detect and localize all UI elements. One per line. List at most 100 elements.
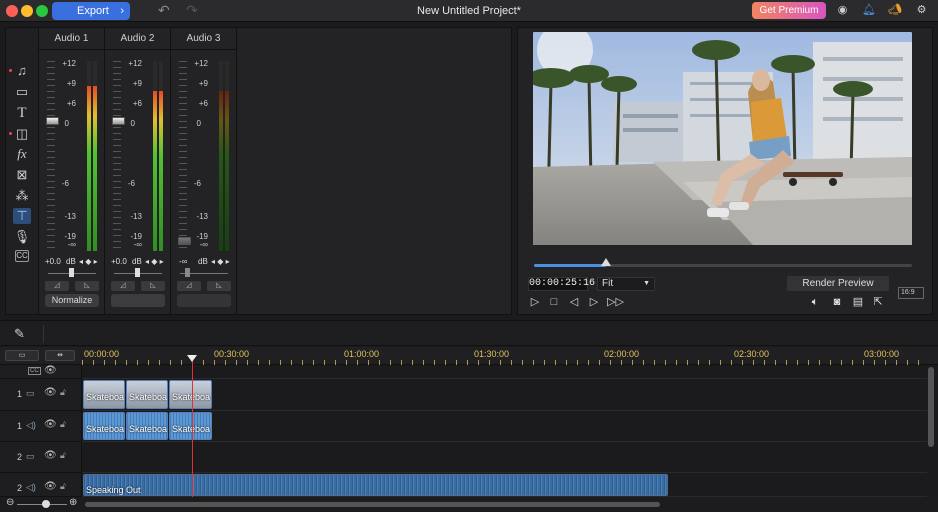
captions-cc-icon[interactable]: CC bbox=[15, 250, 29, 262]
audio-track-1[interactable]: Skateboa Skateboa Skateboa bbox=[82, 411, 927, 442]
captions-track[interactable] bbox=[82, 365, 927, 379]
preview-video-frame[interactable] bbox=[533, 32, 912, 245]
fade-out-icon[interactable]: ◺ bbox=[207, 281, 231, 291]
text-title-icon[interactable]: T bbox=[13, 105, 31, 121]
volume-icon[interactable]: 🔈︎ bbox=[808, 295, 822, 309]
scrubber-handle[interactable] bbox=[600, 258, 611, 266]
pan-knob[interactable] bbox=[185, 268, 190, 277]
horizontal-scrollbar[interactable] bbox=[85, 502, 660, 507]
audio-clip[interactable]: Skateboa bbox=[83, 412, 125, 440]
settings-gear-icon[interactable]: ⚙ bbox=[915, 4, 928, 17]
zoom-fit-select[interactable]: Fit ▼ bbox=[597, 277, 655, 291]
preview-scrubber[interactable] bbox=[534, 264, 912, 267]
video-clip-icon[interactable]: ▭ bbox=[13, 84, 31, 100]
channel-button[interactable] bbox=[177, 294, 231, 307]
fade-out-icon[interactable]: ◺ bbox=[75, 281, 99, 291]
scale-label: +12 bbox=[62, 59, 76, 68]
channel-button[interactable] bbox=[111, 294, 165, 307]
aspect-ratio-select[interactable]: 16:9 bbox=[898, 287, 924, 299]
timecode-display[interactable]: 00:00:25:16 bbox=[528, 277, 595, 291]
video-track-1-header: 1 ▭ 👁︎ 🔓︎ bbox=[0, 379, 82, 411]
volume-fader[interactable] bbox=[178, 237, 191, 245]
volume-unit: dB bbox=[198, 257, 208, 266]
volume-fader[interactable] bbox=[112, 117, 125, 125]
preview-panel: 00:00:25:16 Fit ▼ Render Preview 16:9 ▷ … bbox=[517, 27, 933, 315]
eye-icon[interactable]: 👁︎ bbox=[44, 387, 57, 398]
scale-label: -6 bbox=[61, 179, 69, 188]
scale-label: -∞ bbox=[67, 240, 76, 249]
timeline-toolbar: ✎ bbox=[0, 320, 938, 346]
normalize-button[interactable]: Normalize bbox=[45, 294, 99, 307]
get-premium-button[interactable]: Get Premium bbox=[752, 2, 826, 19]
video-clip[interactable]: Skateboa bbox=[126, 380, 168, 409]
scale-label: 0 bbox=[196, 119, 201, 128]
lock-icon[interactable]: 🔓︎ bbox=[60, 387, 66, 398]
subtitle-icon[interactable]: ▤ bbox=[851, 295, 865, 309]
transition-icon[interactable]: ◫ bbox=[13, 126, 31, 142]
video-track-2-header: 2 ▭ 👁︎ 🔓︎ bbox=[0, 442, 82, 473]
volume-value: -∞ bbox=[179, 257, 188, 266]
effects-fx-icon[interactable]: fx bbox=[13, 146, 31, 162]
ruler-label: 03:00:00 bbox=[864, 349, 900, 359]
lock-icon[interactable]: 🔓︎ bbox=[60, 450, 66, 461]
pan-knob[interactable] bbox=[135, 268, 140, 277]
scale-label: +12 bbox=[194, 59, 208, 68]
fade-in-icon[interactable]: ◿ bbox=[111, 281, 135, 291]
particle-icon[interactable]: ⁂ bbox=[13, 188, 31, 204]
eye-icon[interactable]: 👁︎ bbox=[44, 450, 57, 461]
track-manager-icon[interactable]: ▭ bbox=[5, 350, 39, 361]
playhead-line[interactable] bbox=[192, 357, 193, 512]
keyframe-icons[interactable]: ◂ ◆ ▸ bbox=[145, 257, 164, 266]
eye-icon[interactable]: 👁︎ bbox=[44, 365, 57, 376]
pen-edit-icon[interactable]: ✎ bbox=[14, 326, 25, 342]
video-track-1[interactable]: Skateboa Skateboa Skateboa bbox=[82, 379, 927, 411]
playhead-handle[interactable] bbox=[187, 355, 197, 362]
video-clip[interactable]: Skateboa bbox=[169, 380, 212, 409]
zoom-out-icon[interactable]: ⊖ bbox=[6, 497, 14, 508]
fade-out-icon[interactable]: ◺ bbox=[141, 281, 165, 291]
lock-icon[interactable]: 🔓︎ bbox=[60, 419, 66, 430]
filter-icon[interactable]: ⊠ bbox=[13, 167, 31, 183]
zoom-in-icon[interactable]: ⊕ bbox=[69, 497, 77, 508]
captions-cc-icon[interactable]: CC bbox=[28, 367, 41, 375]
video-track-2[interactable] bbox=[82, 442, 927, 473]
play-icon[interactable]: ▷ bbox=[528, 295, 542, 309]
ruler-label: 02:00:00 bbox=[604, 349, 640, 359]
fade-in-icon[interactable]: ◿ bbox=[45, 281, 69, 291]
prev-frame-icon[interactable]: ◁ bbox=[567, 295, 581, 309]
fade-in-icon[interactable]: ◿ bbox=[177, 281, 201, 291]
audio-clip[interactable]: Skateboa bbox=[126, 412, 168, 440]
vertical-scrollbar[interactable] bbox=[928, 367, 934, 447]
stop-icon[interactable]: □ bbox=[547, 295, 561, 309]
keyframe-icons[interactable]: ◂ ◆ ▸ bbox=[79, 257, 98, 266]
pan-knob[interactable] bbox=[69, 268, 74, 277]
next-frame-icon[interactable]: ▷ bbox=[587, 295, 601, 309]
ruler-label: 00:00:00 bbox=[84, 349, 120, 359]
media-music-icon[interactable]: ♫ bbox=[13, 63, 31, 79]
audio-mixer-icon[interactable]: ⊤ bbox=[13, 208, 31, 224]
render-preview-button[interactable]: Render Preview bbox=[787, 276, 889, 291]
lock-icon[interactable]: 🔓︎ bbox=[60, 481, 66, 492]
scale-label: -6 bbox=[193, 179, 201, 188]
notification-bell-icon[interactable]: 🔔︎ bbox=[862, 4, 876, 17]
account-icon[interactable]: ◉ bbox=[836, 4, 849, 17]
audio-clip[interactable]: Skateboa bbox=[169, 412, 212, 440]
audio-track-2[interactable]: Speaking Out bbox=[82, 473, 927, 497]
volume-fader[interactable] bbox=[46, 117, 59, 125]
fit-timeline-icon[interactable]: ⇹ bbox=[45, 350, 75, 361]
video-clip[interactable]: Skateboa bbox=[83, 380, 125, 409]
ruler-label: 01:30:00 bbox=[474, 349, 510, 359]
microphone-icon[interactable]: 🎙︎ bbox=[13, 229, 31, 245]
eye-icon[interactable]: 👁︎ bbox=[44, 419, 57, 430]
keyframe-icons[interactable]: ◂ ◆ ▸ bbox=[211, 257, 230, 266]
scale-label: +9 bbox=[66, 79, 76, 88]
megaphone-icon[interactable]: 📣︎ bbox=[888, 4, 902, 17]
fast-forward-icon[interactable]: ▷▷ bbox=[607, 295, 624, 309]
time-ruler[interactable]: 00:00:00 00:30:00 01:00:00 01:30:00 02:0… bbox=[82, 347, 927, 365]
eye-icon[interactable]: 👁︎ bbox=[44, 481, 57, 492]
snapshot-camera-icon[interactable]: ◙ bbox=[830, 295, 844, 309]
zoom-slider-knob[interactable] bbox=[42, 500, 50, 508]
audio-track-1-header: 1 ◁) 👁︎ 🔓︎ bbox=[0, 411, 82, 442]
fullscreen-icon[interactable]: ⇱ bbox=[871, 295, 885, 309]
audio-clip-speaking-out[interactable]: Speaking Out bbox=[83, 474, 668, 496]
